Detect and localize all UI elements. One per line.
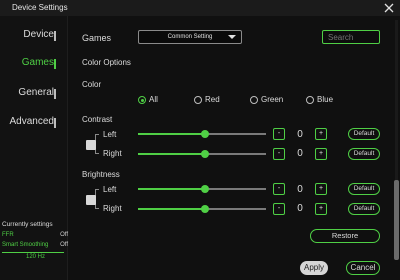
chevron-down-icon <box>228 35 236 39</box>
contrast-left-value: 0 <box>297 129 303 140</box>
brightness-left-label: Left <box>103 185 117 194</box>
slider-thumb[interactable] <box>201 150 209 158</box>
apply-button[interactable]: Apply <box>300 261 328 275</box>
link-icon[interactable] <box>86 195 96 205</box>
contrast-right-plus-button[interactable]: + <box>315 148 327 160</box>
radio-dot <box>306 96 314 104</box>
contrast-right-default-button[interactable]: Default <box>348 148 380 160</box>
brightness-left-plus-button[interactable]: + <box>315 183 327 195</box>
contrast-right-value: 0 <box>297 148 303 159</box>
sidebar-item-advanced[interactable]: Advanced <box>0 116 68 130</box>
link-icon[interactable] <box>86 140 96 150</box>
sidebar: Device Games General Advanced Currently … <box>0 16 68 280</box>
brightness-label: Brightness <box>82 170 120 179</box>
scrollbar-thumb[interactable] <box>394 180 399 260</box>
brightness-right-minus-button[interactable]: - <box>273 203 285 215</box>
cancel-button[interactable]: Cancel <box>346 261 380 275</box>
contrast-label: Contrast <box>82 115 113 124</box>
close-icon[interactable] <box>383 2 395 14</box>
refresh-rate: 120 Hz <box>26 254 46 260</box>
sidebar-item-label: Device <box>23 29 54 40</box>
nav-indicator <box>54 59 56 69</box>
slider-thumb[interactable] <box>201 130 209 138</box>
contrast-left-slider[interactable] <box>138 130 266 138</box>
sidebar-item-label: Advanced <box>9 116 54 127</box>
current-setting-row: Smart Smoothing Off <box>2 242 68 248</box>
slider-thumb[interactable] <box>201 185 209 193</box>
brightness-left-value: 0 <box>297 184 303 195</box>
slider-fill <box>138 133 205 135</box>
sidebar-item-general[interactable]: General <box>0 87 68 101</box>
setting-key: FFR <box>2 232 14 238</box>
color-label: Color <box>82 80 102 89</box>
setting-value: Off <box>60 232 68 238</box>
contrast-right-slider[interactable] <box>138 150 266 158</box>
nav-indicator <box>54 31 56 41</box>
radio-dot <box>250 96 258 104</box>
color-options-label: Color Options <box>82 58 131 67</box>
nav-indicator <box>54 118 56 128</box>
scrollbar[interactable] <box>394 20 400 280</box>
brightness-left-default-button[interactable]: Default <box>348 183 380 195</box>
slider-fill <box>138 188 205 190</box>
brightness-left-slider[interactable] <box>138 185 266 193</box>
slider-fill <box>138 208 205 210</box>
brightness-right-value: 0 <box>297 203 303 214</box>
search-input[interactable] <box>322 30 380 44</box>
radio-label: Green <box>261 95 284 104</box>
radio-dot <box>194 96 202 104</box>
brightness-left-minus-button[interactable]: - <box>273 183 285 195</box>
brightness-right-plus-button[interactable]: + <box>315 203 327 215</box>
contrast-left-plus-button[interactable]: + <box>315 128 327 140</box>
games-label: Games <box>82 33 112 43</box>
contrast-left-label: Left <box>103 130 117 139</box>
current-setting-row: FFR Off <box>2 232 68 238</box>
radio-label: Red <box>205 95 220 104</box>
contrast-right-minus-button[interactable]: - <box>273 148 285 160</box>
setting-key: Smart Smoothing <box>2 242 49 248</box>
brightness-right-default-button[interactable]: Default <box>348 203 380 215</box>
radio-label: All <box>149 95 158 104</box>
contrast-left-default-button[interactable]: Default <box>348 128 380 140</box>
restore-button[interactable]: Restore <box>310 229 380 243</box>
contrast-left-minus-button[interactable]: - <box>273 128 285 140</box>
radio-label: Blue <box>317 95 334 104</box>
dropdown-value: Common Setting <box>167 34 213 40</box>
profile-dropdown[interactable]: Common Setting <box>138 30 242 44</box>
slider-fill <box>138 153 205 155</box>
current-settings-title: Currently settings <box>2 221 53 228</box>
divider <box>2 252 64 253</box>
radio-dot <box>138 96 146 104</box>
brightness-right-slider[interactable] <box>138 205 266 213</box>
sidebar-item-games[interactable]: Games <box>0 57 68 71</box>
window-title: Device Settings <box>12 3 68 12</box>
sidebar-item-label: General <box>18 87 54 98</box>
brightness-right-label: Right <box>103 204 122 213</box>
slider-thumb[interactable] <box>201 205 209 213</box>
setting-value: Off <box>60 242 68 248</box>
nav-indicator <box>54 89 56 99</box>
title-bar: Device Settings <box>0 0 400 16</box>
sidebar-item-label: Games <box>21 57 54 68</box>
sidebar-item-device[interactable]: Device <box>0 29 68 43</box>
contrast-right-label: Right <box>103 149 122 158</box>
